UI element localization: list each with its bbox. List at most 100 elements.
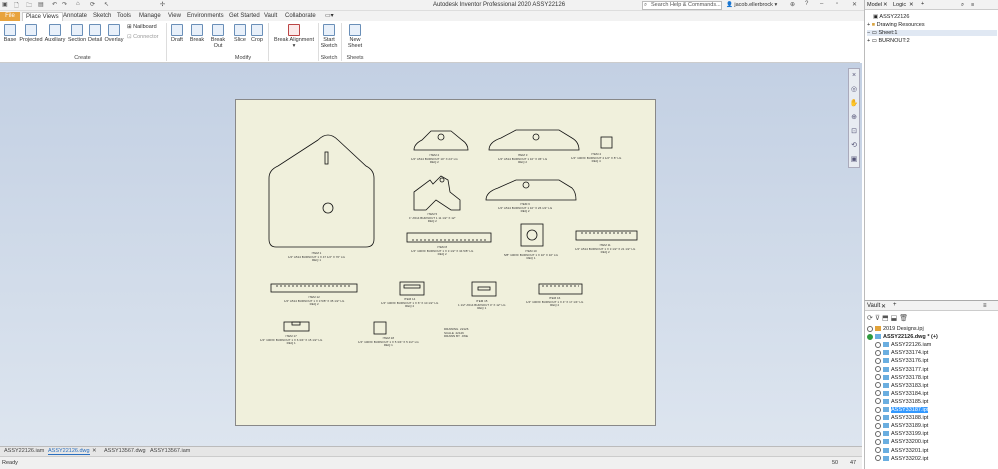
tab-manage[interactable]: Manage [136, 12, 164, 21]
close-doc-icon[interactable]: ✕ [92, 448, 97, 454]
sheet-icon: ▭ [871, 30, 877, 36]
section-button[interactable]: Section [67, 24, 87, 43]
projected-button[interactable]: Projected [19, 24, 43, 43]
detail-button[interactable]: Detail [87, 24, 103, 43]
group-sketch-label: Sketch [320, 55, 338, 61]
cart-icon[interactable]: ⊕ [790, 1, 795, 8]
vault-item[interactable]: ASSY33174.ipt [875, 349, 928, 357]
vault-item[interactable]: ASSY33183.ipt [875, 382, 928, 390]
search-browser-icon[interactable]: ⌕ [961, 2, 964, 9]
tab-get-started[interactable]: Get Started [226, 12, 263, 21]
vault-item[interactable]: ASSY33176.ipt [875, 357, 928, 365]
refresh-icon[interactable]: ⟳ [867, 315, 875, 322]
nailboard-button[interactable]: ⊞ Nailboard [127, 24, 157, 30]
checkout-icon[interactable]: ⬓ [891, 315, 900, 322]
add-vault-tab-icon[interactable]: + [893, 302, 897, 308]
doc-tab[interactable]: ASSY22126.iam [4, 448, 44, 454]
pan-icon[interactable]: ✋ [849, 97, 859, 111]
browser-root[interactable]: ▣ ASSY22126 [873, 14, 909, 20]
vault-item[interactable]: ASSY22126.dwg * (+) [867, 333, 938, 341]
vault-item[interactable]: ASSY33189.ipt [875, 422, 928, 430]
doc-tab[interactable]: ASSY13567.dwg [104, 448, 146, 454]
maximize-icon[interactable]: ▫ [836, 1, 838, 7]
vault-item[interactable]: ASSY33188.ipt [875, 414, 928, 422]
close-nav-icon[interactable]: × [849, 69, 859, 83]
slice-button[interactable]: Slice [232, 24, 248, 43]
tab-view[interactable]: View [165, 12, 184, 21]
browser-item-drawing-resources[interactable]: + ■ Drawing Resources [867, 22, 925, 28]
tab-logic[interactable]: Logic [893, 2, 906, 8]
note-item-14: ITEM 14 1/4" 100XF BURNOUT 1 X 6" X 10 1… [381, 297, 439, 309]
vault-item[interactable]: ASSY33202.ipt [875, 455, 928, 463]
draft-button[interactable]: Draft [170, 24, 184, 43]
break-out-button[interactable]: Break Out [206, 24, 230, 49]
tab-place-views[interactable]: Place Views [22, 12, 63, 21]
start-sketch-button[interactable]: Start Sketch [320, 24, 338, 49]
browser-item-sheet[interactable]: − ▭ Sheet:1 [867, 30, 997, 36]
crop-button[interactable]: Crop [249, 24, 265, 43]
user-menu[interactable]: 👤 jacob.ellerbrock ▾ [726, 2, 777, 8]
start-sketch-icon [323, 24, 335, 36]
close-vault-icon[interactable]: ✕ [881, 303, 886, 310]
tab-collaborate[interactable]: Collaborate [282, 12, 319, 21]
vault-item[interactable]: ASSY33199.ipt [875, 430, 928, 438]
part-item-1 [268, 134, 375, 248]
drawing-sheet[interactable]: ITEM 1 1/2" A514 BURNOUT 1 X 47 1/2" X 7… [235, 99, 656, 426]
close-model-icon[interactable]: ✕ [883, 2, 888, 8]
tab-environments[interactable]: Environments [184, 12, 227, 21]
tab-annotate[interactable]: Annotate [60, 12, 90, 21]
vault-item[interactable]: ASSY33201.ipt [875, 447, 928, 455]
part-item-10-hole [526, 229, 538, 241]
browser-item-burnout[interactable]: + ▭ BURNOUT:2 [867, 38, 910, 44]
tab-sketch[interactable]: Sketch [90, 12, 114, 21]
search-input[interactable]: ⌕ Search Help & Commands... [642, 1, 722, 10]
doc-tab-active[interactable]: ASSY22126.dwg [48, 448, 90, 455]
status-circle-icon [875, 447, 881, 454]
vault-item[interactable]: ASSY33187.ipt [875, 406, 929, 414]
close-icon[interactable]: ✕ [852, 1, 857, 8]
part-item-16 [538, 283, 583, 295]
vault-item[interactable]: ASSY33200.ipt [875, 438, 928, 446]
folder-icon: ■ [871, 22, 876, 28]
vault-menu-icon[interactable]: ≡ [983, 303, 987, 309]
zoom-icon[interactable]: ⊕ [849, 111, 859, 125]
drawing-canvas[interactable]: ITEM 1 1/2" A514 BURNOUT 1 X 47 1/2" X 7… [0, 63, 862, 446]
vault-item[interactable]: ASSY22126.iam [875, 341, 931, 349]
vault-item[interactable]: 2019 Designs.ipj [867, 325, 924, 333]
delete-icon[interactable]: 🗑 [899, 315, 910, 322]
navigation-bar[interactable]: × ◎ ✋ ⊕ ⊡ ⟲ ▣ [848, 68, 860, 168]
base-button[interactable]: Base [3, 24, 17, 43]
part-item-6 [485, 179, 577, 201]
zoom-window-icon[interactable]: ⊡ [849, 125, 859, 139]
menu-icon[interactable]: ≡ [971, 2, 974, 8]
auxiliary-button[interactable]: Auxiliary [44, 24, 66, 43]
connector-button[interactable]: ⊡ Connector [127, 34, 159, 40]
vault-browser: Vault ✕ + ≡ ⟳⊽⬒⬓🗑 2019 Designs.ipj ASSY22… [864, 300, 998, 469]
break-button[interactable]: Break [189, 24, 205, 43]
vault-item-label: ASSY22126.dwg * (+) [883, 334, 938, 341]
filter-icon[interactable]: ⊽ [875, 315, 882, 322]
new-sheet-button[interactable]: New Sheet [342, 24, 368, 49]
tab-vault[interactable]: Vault [261, 12, 280, 21]
look-at-icon[interactable]: ▣ [849, 153, 859, 167]
steering-wheel-icon[interactable]: ◎ [849, 83, 859, 97]
vault-item[interactable]: ASSY33184.ipt [875, 390, 928, 398]
break-alignment-button[interactable]: Break Alignment ▾ [272, 24, 316, 49]
tab-file[interactable]: File [0, 12, 20, 21]
tab-tools[interactable]: Tools [114, 12, 134, 21]
doc-tab[interactable]: ASSY13567.iam [150, 448, 190, 454]
add-tab-icon[interactable]: + [921, 1, 924, 7]
help-icon[interactable]: ? [805, 1, 808, 7]
vault-item[interactable]: ASSY33185.ipt [875, 398, 928, 406]
panel-toggle-icon[interactable]: ▭▾ [322, 12, 337, 21]
minimize-icon[interactable]: – [820, 1, 823, 7]
tab-model[interactable]: Model [867, 2, 882, 8]
part-item-4 [600, 136, 613, 149]
vault-item[interactable]: ASSY33177.ipt [875, 366, 928, 374]
orbit-icon[interactable]: ⟲ [849, 139, 859, 153]
draft-label: Draft [171, 37, 183, 43]
checkin-icon[interactable]: ⬒ [882, 315, 891, 322]
close-logic-icon[interactable]: ✕ [909, 2, 914, 8]
overlay-button[interactable]: Overlay [104, 24, 124, 43]
vault-item[interactable]: ASSY33178.ipt [875, 374, 928, 382]
